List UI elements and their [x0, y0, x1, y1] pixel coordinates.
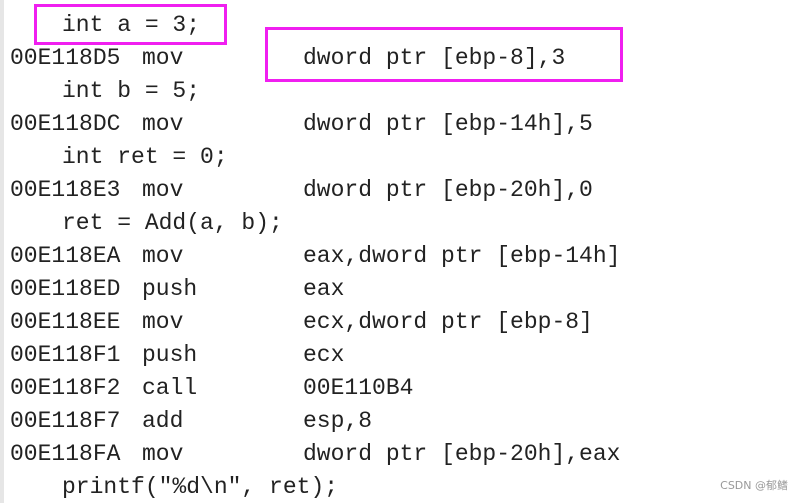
- mnemonic: add: [142, 408, 184, 434]
- mnemonic: mov: [142, 177, 184, 203]
- mnemonic: mov: [142, 111, 184, 137]
- mnemonic: push: [142, 276, 198, 302]
- asm-line: 00E118E3 mov dword ptr [ebp-20h],0: [0, 174, 800, 207]
- mnemonic: mov: [142, 441, 184, 467]
- source-text: printf("%d\n", ret);: [62, 474, 339, 500]
- operands: dword ptr [ebp-14h],5: [303, 111, 593, 137]
- asm-line: 00E118F1 push ecx: [0, 339, 800, 372]
- operands: 00E1130C: [303, 0, 413, 9]
- mnemonic: mov: [142, 309, 184, 335]
- asm-line: 00E118DC mov dword ptr [ebp-14h],5: [0, 108, 800, 141]
- highlight-box-source: [34, 4, 227, 45]
- operands: 00E110B4: [303, 375, 414, 401]
- address: 00E118D5: [10, 45, 121, 71]
- source-text: int ret = 0;: [62, 144, 228, 170]
- operands: dword ptr [ebp-20h],0: [303, 177, 593, 203]
- source-line: printf("%d\n", ret);: [0, 471, 800, 504]
- address: 00E118EA: [10, 243, 121, 269]
- address: 00E118F2: [10, 375, 121, 401]
- address: 00E118EE: [10, 309, 121, 335]
- asm-line: 00E118ED push eax: [0, 273, 800, 306]
- address: 00E118F1: [10, 342, 121, 368]
- operands: esp,8: [303, 408, 373, 434]
- mnemonic: mov: [142, 243, 184, 269]
- mnemonic: call: [142, 375, 198, 401]
- operands: eax,dword ptr [ebp-14h]: [303, 243, 621, 269]
- highlight-box-asm: [265, 27, 623, 82]
- operands: eax: [303, 276, 345, 302]
- mnemonic: push: [142, 342, 198, 368]
- source-text: ret = Add(a, b);: [62, 210, 283, 236]
- source-line: ret = Add(a, b);: [0, 207, 800, 240]
- watermark: CSDN @郁鳍: [720, 479, 788, 492]
- address: 00E118ED: [10, 276, 121, 302]
- address: 00E118FA: [10, 441, 121, 467]
- operands: ecx,dword ptr [ebp-8]: [303, 309, 593, 335]
- source-text: int b = 5;: [62, 78, 201, 104]
- asm-line: 00E118F2 call 00E110B4: [0, 372, 800, 405]
- mnemonic: mov: [142, 45, 184, 71]
- address: 00E118DC: [10, 111, 121, 137]
- address: 00E118F7: [10, 408, 121, 434]
- asm-line: 00E118F7 add esp,8: [0, 405, 800, 438]
- source-line: int ret = 0;: [0, 141, 800, 174]
- asm-line: 00E118FA mov dword ptr [ebp-20h],eax: [0, 438, 800, 471]
- asm-line: 00E118EE mov ecx,dword ptr [ebp-8]: [0, 306, 800, 339]
- asm-line: 00E118EA mov eax,dword ptr [ebp-14h]: [0, 240, 800, 273]
- operands: ecx: [303, 342, 345, 368]
- operands: dword ptr [ebp-20h],eax: [303, 441, 621, 467]
- address: 00E118E3: [10, 177, 121, 203]
